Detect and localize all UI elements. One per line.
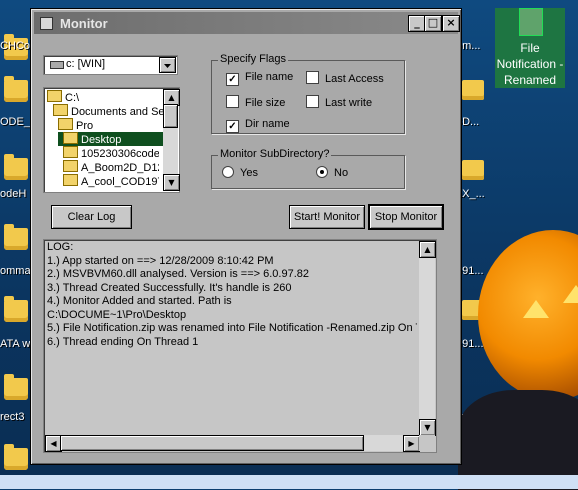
last-write-checkbox[interactable]: Last write: [306, 95, 372, 110]
dir-item[interactable]: Pro: [58, 118, 93, 132]
app-icon[interactable]: [40, 17, 53, 30]
dir-name-checkbox[interactable]: ✓ Dir name: [226, 118, 290, 133]
checkbox-label: Last Access: [325, 73, 384, 85]
zip-file-icon[interactable]: [519, 8, 543, 36]
monitor-subdirectory-legend: Monitor SubDirectory?: [218, 148, 332, 160]
folder-closed-icon: [63, 146, 78, 158]
dir-item[interactable]: A_Boom2D_D12: [63, 160, 159, 174]
monitor-subdirectory-group: Monitor SubDirectory? Yes No: [211, 148, 405, 189]
scroll-thumb[interactable]: [163, 104, 178, 128]
log-line: LOG:: [47, 241, 74, 253]
log-vertical-scrollbar[interactable]: ▲ ▼: [419, 241, 436, 436]
log-lines: LOG: 1.) App started on ==> 12/28/2009 8…: [47, 241, 417, 431]
desktop-folder-icon[interactable]: [4, 374, 28, 400]
stop-monitor-button[interactable]: Stop Monitor: [369, 205, 443, 229]
specify-flags-legend: Specify Flags: [218, 53, 289, 65]
desktop-folder-icon[interactable]: [4, 224, 28, 250]
desktop-icon-label[interactable]: odeH: [0, 188, 26, 200]
taskbar-edge: [0, 475, 578, 489]
desktop-icon-label[interactable]: ATA w: [0, 338, 30, 350]
dir-item[interactable]: 105230306codel: [63, 146, 159, 160]
log-line: 6.) Thread ending On Thread 1: [47, 335, 199, 348]
checkbox-label: Dir name: [245, 118, 290, 130]
desktop-icon-label[interactable]: CHCo: [0, 40, 30, 52]
clear-log-button[interactable]: Clear Log: [51, 205, 132, 229]
dir-item[interactable]: C:\: [47, 90, 79, 104]
monitor-window: Monitor _ □ × c: [WIN] C:\ Documents and…: [30, 8, 462, 465]
title-bar[interactable]: Monitor _ □ ×: [34, 12, 460, 34]
scroll-right-icon[interactable]: ▶: [403, 435, 420, 452]
pumpkin-wallpaper-image: [448, 190, 578, 490]
specify-flags-group: Specify Flags ✓ File name Last Access Fil…: [211, 53, 405, 134]
desktop-icon-label[interactable]: omma: [0, 265, 31, 277]
folder-open-icon: [53, 104, 68, 116]
checkbox-label: Last write: [325, 97, 373, 109]
chevron-down-icon[interactable]: [159, 57, 176, 73]
folder-closed-icon: [63, 160, 78, 172]
directory-listbox[interactable]: C:\ Documents and Se Pro Desktop 1052303…: [43, 87, 180, 193]
desktop-icon-label[interactable]: ODE_: [0, 116, 30, 128]
scroll-down-icon[interactable]: ▼: [163, 174, 180, 191]
folder-open-icon: [58, 118, 73, 130]
log-line: 2.) MSVBVM60.dll analysed. Version is ==…: [47, 268, 310, 280]
subdir-no-radio[interactable]: No: [316, 166, 348, 180]
dir-item-label: Pro: [76, 120, 94, 132]
dir-item-label: Documents and Se: [71, 106, 165, 118]
desktop-folder-icon[interactable]: [4, 76, 28, 102]
folder-open-icon: [63, 132, 78, 144]
dir-item-label: C:\: [65, 92, 80, 104]
checkbox-unchecked-icon: [226, 95, 239, 108]
dir-item-label: A_cool_COD197: [81, 176, 159, 188]
close-button[interactable]: ×: [442, 15, 460, 32]
drive-combobox[interactable]: c: [WIN]: [43, 55, 178, 75]
checkbox-checked-icon: ✓: [226, 120, 239, 133]
window-title: Monitor: [60, 16, 108, 31]
drive-icon: [50, 61, 64, 69]
desktop-folder-icon[interactable]: [462, 80, 484, 100]
subdir-yes-radio[interactable]: Yes: [222, 166, 258, 180]
log-horizontal-scrollbar[interactable]: ◀ ▶: [45, 435, 420, 452]
file-size-checkbox[interactable]: File size: [226, 95, 285, 110]
desktop-folder-icon[interactable]: [4, 444, 28, 470]
log-line: 4.) Monitor Added and started. Path is: [47, 295, 232, 307]
desktop-icon-label[interactable]: rect3: [0, 411, 24, 423]
desktop-folder-icon[interactable]: [462, 160, 484, 180]
desktop-folder-icon[interactable]: [4, 296, 28, 322]
checkbox-checked-icon: ✓: [226, 73, 239, 86]
maximize-button[interactable]: □: [424, 15, 442, 32]
log-line: 3.) Thread Created Successfully. It's ha…: [47, 281, 292, 294]
log-line: 5.) File Notification.zip was renamed in…: [47, 322, 417, 334]
checkbox-label: File name: [245, 71, 294, 83]
last-access-checkbox[interactable]: Last Access: [306, 71, 384, 86]
radio-unselected-icon: [222, 166, 234, 178]
radio-label: Yes: [240, 167, 258, 179]
radio-selected-icon: [316, 166, 328, 178]
file-name-checkbox[interactable]: ✓ File name: [226, 71, 293, 86]
scroll-corner: [419, 435, 435, 451]
checkbox-unchecked-icon: [306, 95, 319, 108]
checkbox-label: File size: [245, 97, 286, 109]
dir-item-label: A_Boom2D_D12: [81, 162, 159, 174]
desktop-folder-icon[interactable]: [4, 154, 28, 180]
dir-scrollbar[interactable]: ▲ ▼: [163, 89, 180, 191]
log-line: 1.) App started on ==> 12/28/2009 8:10:4…: [47, 254, 274, 267]
drive-combobox-value: c: [WIN]: [66, 58, 106, 70]
dir-item-label: 105230306codel: [81, 148, 159, 160]
checkbox-unchecked-icon: [306, 71, 319, 84]
radio-label: No: [334, 167, 349, 179]
scroll-down-icon[interactable]: ▼: [419, 419, 436, 436]
folder-open-icon: [47, 90, 62, 102]
scroll-up-icon[interactable]: ▲: [419, 241, 436, 258]
dir-item-selected[interactable]: Desktop: [58, 132, 165, 146]
dir-item-label: Desktop: [81, 134, 122, 146]
start-monitor-button[interactable]: Start! Monitor: [289, 205, 365, 229]
selected-desktop-icon-label[interactable]: File Notification -Renamed: [495, 40, 565, 88]
dir-item[interactable]: Documents and Se: [53, 104, 165, 118]
scroll-thumb[interactable]: [60, 435, 364, 451]
folder-closed-icon: [63, 174, 78, 186]
log-line: C:\DOCUME~1\Pro\Desktop: [47, 308, 187, 321]
dir-item[interactable]: A_cool_COD197: [63, 174, 159, 188]
log-textbox[interactable]: LOG: 1.) App started on ==> 12/28/2009 8…: [43, 239, 437, 453]
